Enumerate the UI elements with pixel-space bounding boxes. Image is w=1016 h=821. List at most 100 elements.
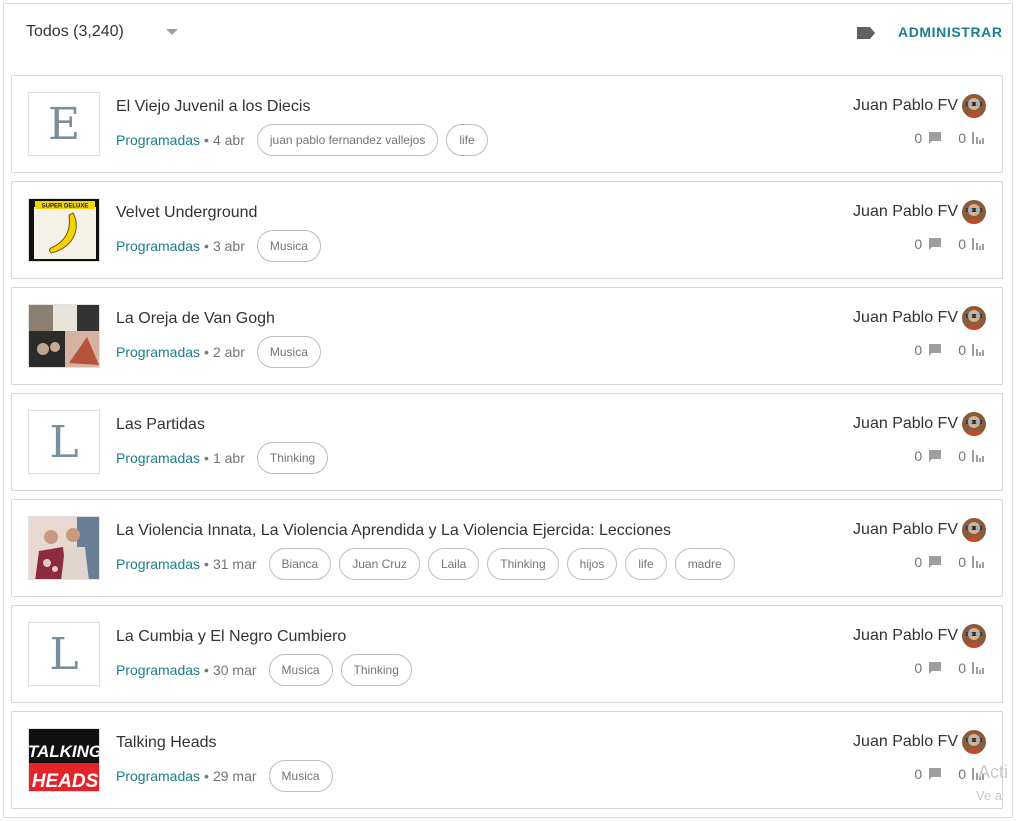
- post-thumbnail: SUPER DELUXE: [28, 198, 100, 262]
- tag-chip[interactable]: Musica: [268, 760, 333, 792]
- view-count: 0: [958, 342, 966, 358]
- meta-separator: •: [204, 768, 209, 784]
- post-date: 29 mar: [212, 768, 257, 784]
- views-chart-icon: [972, 662, 984, 674]
- tag-chip[interactable]: Musica: [256, 336, 321, 368]
- filter-dropdown[interactable]: Todos (3,240): [26, 20, 178, 44]
- thumb-caption: SUPER DELUXE: [42, 204, 89, 210]
- activation-watermark-sub: Ve a: [976, 788, 1003, 803]
- tag-chip[interactable]: Bianca: [268, 548, 332, 580]
- comment-icon: [929, 662, 942, 674]
- meta-separator: •: [204, 344, 209, 360]
- post-stats: 00: [914, 554, 984, 570]
- view-count: 0: [958, 660, 966, 676]
- post-meta: Programadas • 3 abr Musica: [116, 230, 329, 262]
- post-author: Juan Pablo FV: [853, 624, 986, 648]
- comment-count: 0: [914, 236, 923, 252]
- manage-button[interactable]: ADMINISTRAR: [898, 24, 1003, 40]
- post-date: 31 mar: [212, 556, 257, 572]
- post-stats: 00: [914, 766, 984, 782]
- post-date: 4 abr: [212, 132, 245, 148]
- thumb-letter: E: [47, 98, 81, 150]
- post-author: Juan Pablo FV: [853, 94, 986, 118]
- post-author: Juan Pablo FV: [853, 730, 986, 754]
- post-status[interactable]: Programadas: [116, 238, 200, 254]
- post-date: 2 abr: [212, 344, 245, 360]
- post-thumbnail: L: [28, 410, 100, 474]
- tag-chip[interactable]: life: [625, 548, 667, 580]
- meta-separator: •: [204, 238, 209, 254]
- avatar: [962, 730, 986, 754]
- post-meta: Programadas • 30 mar Musica Thinking: [116, 654, 420, 686]
- post-status[interactable]: Programadas: [116, 768, 200, 784]
- post-title[interactable]: La Violencia Innata, La Violencia Aprend…: [116, 522, 671, 540]
- post-author: Juan Pablo FV: [853, 518, 986, 542]
- post-meta: Programadas • 29 mar Musica: [116, 760, 341, 792]
- post-status[interactable]: Programadas: [116, 556, 200, 572]
- tag-chip[interactable]: Thinking: [256, 442, 329, 474]
- post-card[interactable]: TALKING HEADS Talking Heads Programadas • 29 …: [11, 711, 1003, 809]
- post-title[interactable]: El Viejo Juvenil a los Diecis: [116, 98, 310, 116]
- label-tag-icon[interactable]: [856, 26, 876, 40]
- post-stats: 00: [914, 130, 984, 146]
- avatar: [962, 624, 986, 648]
- post-status[interactable]: Programadas: [116, 132, 200, 148]
- post-meta: Programadas • 4 abr juan pablo fernandez va…: [116, 124, 496, 156]
- tag-chip[interactable]: Musica: [256, 230, 321, 262]
- filter-label: Todos (3,240): [26, 23, 124, 40]
- post-title[interactable]: Las Partidas: [116, 416, 205, 434]
- tag-chip[interactable]: Laila: [427, 548, 480, 580]
- meta-separator: •: [204, 450, 209, 466]
- posts-header: Todos (3,240) ADMINISTRAR: [0, 0, 1016, 64]
- post-card[interactable]: SUPER DELUXE Velvet Underground Programada…: [11, 181, 1003, 279]
- author-name: Juan Pablo FV: [853, 521, 958, 538]
- post-title[interactable]: La Cumbia y El Negro Cumbiero: [116, 628, 346, 646]
- meta-separator: •: [204, 662, 209, 678]
- avatar: [962, 200, 986, 224]
- post-thumbnail: TALKING HEADS: [28, 728, 100, 792]
- post-author: Juan Pablo FV: [853, 412, 986, 436]
- view-count: 0: [958, 236, 966, 252]
- post-date: 3 abr: [212, 238, 245, 254]
- author-name: Juan Pablo FV: [853, 415, 958, 432]
- post-title[interactable]: La Oreja de Van Gogh: [116, 310, 275, 328]
- post-thumbnail: L: [28, 622, 100, 686]
- collage-thumbnail-icon: [29, 305, 99, 367]
- post-status[interactable]: Programadas: [116, 662, 200, 678]
- tag-chip[interactable]: Juan Cruz: [339, 548, 420, 580]
- avatar: [962, 306, 986, 330]
- tag-chip[interactable]: life: [446, 124, 488, 156]
- post-card[interactable]: E El Viejo Juvenil a los Diecis Programada…: [11, 75, 1003, 173]
- post-card[interactable]: La Violencia Innata, La Violencia Aprend…: [11, 499, 1003, 597]
- comment-count: 0: [914, 660, 923, 676]
- views-chart-icon: [972, 556, 984, 568]
- meta-separator: •: [204, 556, 209, 572]
- tag-chip[interactable]: hijos: [566, 548, 618, 580]
- post-stats: 00: [914, 448, 984, 464]
- post-meta: Programadas • 2 abr Musica: [116, 336, 329, 368]
- post-status[interactable]: Programadas: [116, 344, 200, 360]
- post-author: Juan Pablo FV: [853, 200, 986, 224]
- thumb-letter: L: [49, 416, 79, 468]
- post-meta: Programadas • 31 mar Bianca Juan Cruz Laila Th…: [116, 548, 743, 580]
- tag-chip[interactable]: juan pablo fernandez vallejos: [256, 124, 439, 156]
- post-title[interactable]: Talking Heads: [116, 734, 217, 752]
- post-status[interactable]: Programadas: [116, 450, 200, 466]
- activation-watermark: Acti: [978, 762, 1009, 782]
- tag-chip[interactable]: Thinking: [340, 654, 412, 686]
- post-meta: Programadas • 1 abr Thinking: [116, 442, 336, 474]
- tag-chip[interactable]: Musica: [268, 654, 333, 686]
- views-chart-icon: [972, 238, 984, 250]
- tag-chip[interactable]: Thinking: [487, 548, 559, 580]
- post-card[interactable]: La Oreja de Van Gogh Programadas • 2 abr Mus…: [11, 287, 1003, 385]
- avatar: [962, 94, 986, 118]
- tag-chip[interactable]: madre: [674, 548, 735, 580]
- views-chart-icon: [972, 132, 984, 144]
- thumb-letter: L: [49, 628, 79, 680]
- post-title[interactable]: Velvet Underground: [116, 204, 257, 222]
- post-card[interactable]: L La Cumbia y El Negro Cumbiero Programada…: [11, 605, 1003, 703]
- post-card[interactable]: L Las Partidas Programadas • 1 abr Thinking Ju…: [11, 393, 1003, 491]
- comment-count: 0: [914, 342, 923, 358]
- photo-thumbnail-icon: [29, 517, 99, 579]
- album-cover-banana-icon: SUPER DELUXE: [29, 199, 99, 261]
